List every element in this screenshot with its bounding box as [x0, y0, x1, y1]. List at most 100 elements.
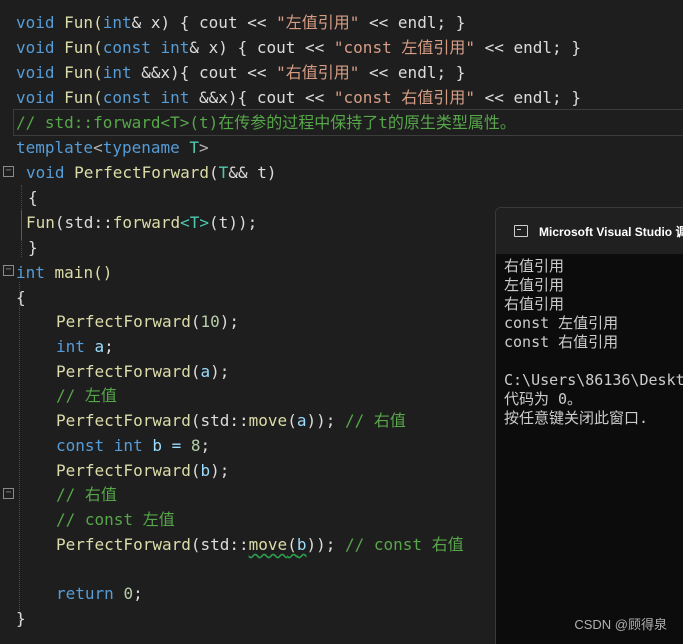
code-comment[interactable]: // const 左值: [56, 507, 175, 532]
code-text: (t));: [209, 213, 258, 232]
code-line[interactable]: void Fun(const int& x) { cout << "const …: [16, 35, 581, 60]
string-literal: "左值引用": [276, 13, 360, 32]
code-line[interactable]: int main(): [16, 260, 112, 285]
number-literal: 10: [200, 312, 220, 331]
code-line[interactable]: Fun(std::forward<T>(t));: [26, 210, 257, 235]
code-line[interactable]: const int b = 8;: [56, 433, 210, 458]
code-comment: // const 右值: [345, 535, 464, 554]
function-name: move: [248, 411, 288, 430]
type-name: <T>: [180, 213, 210, 232]
code-line[interactable]: void Fun(int& x) { cout << "左值引用" << end…: [16, 10, 465, 35]
code-comment: // 右值: [345, 411, 406, 430]
variable-name: b =: [142, 436, 191, 455]
keyword: template: [16, 138, 94, 157]
keyword: typename: [102, 138, 180, 157]
variable-name: a: [84, 337, 105, 356]
code-line[interactable]: template<typename T>: [16, 135, 209, 160]
code-line[interactable]: }: [28, 235, 38, 260]
code-line[interactable]: PerfectForward(10);: [56, 309, 239, 334]
console-line: C:\Users\86136\Deskt: [504, 371, 683, 389]
code-text: <: [93, 138, 103, 157]
code-text: (: [287, 411, 297, 430]
code-line[interactable]: void PerfectForward(T&& t): [26, 160, 276, 185]
code-text: >: [199, 138, 209, 157]
code-comment[interactable]: // 左值: [56, 383, 117, 408]
keyword: return: [56, 584, 114, 603]
type-name: T: [218, 163, 229, 182]
fold-toggle[interactable]: −: [3, 166, 14, 177]
function-name: Fun(: [54, 88, 103, 107]
keyword: const int: [56, 436, 143, 455]
code-text: ;: [200, 436, 211, 455]
keyword: const int: [102, 38, 190, 57]
console-line: const 左值引用: [504, 314, 619, 332]
keyword: void: [16, 38, 55, 57]
code-line[interactable]: PerfectForward(a);: [56, 359, 229, 384]
code-text: & x) { cout <<: [131, 13, 277, 32]
string-literal: "右值引用": [276, 63, 360, 82]
function-name: PerfectForward: [56, 362, 191, 381]
console-title-bar[interactable]: Microsoft Visual Studio 调: [496, 208, 683, 254]
code-text: (std::: [190, 535, 249, 554]
code-line[interactable]: return 0;: [56, 581, 143, 606]
variable-name: b: [200, 461, 211, 480]
terminal-icon: [514, 225, 528, 237]
indent-guide: [21, 210, 22, 240]
code-text: << endl; }: [359, 63, 466, 82]
function-name: PerfectForward: [64, 163, 210, 182]
function-name: main(): [44, 263, 113, 282]
watermark: CSDN @顾得泉: [574, 617, 667, 632]
code-text: << endl; }: [474, 38, 581, 57]
function-name: Fun(: [54, 13, 103, 32]
code-text: << endl; }: [474, 88, 581, 107]
function-name: PerfectForward: [56, 411, 191, 430]
code-line[interactable]: PerfectForward(b);: [56, 458, 229, 483]
keyword: void: [26, 163, 65, 182]
console-line: 左值引用: [504, 276, 565, 294]
current-line-comment[interactable]: // std::forward<T>(t)在传参的过程中保持了t的原生类型属性。: [13, 109, 683, 136]
code-text: );: [219, 312, 240, 331]
code-text: &&x){ cout <<: [189, 88, 334, 107]
function-name: Fun(: [54, 63, 103, 82]
keyword: void: [16, 63, 55, 82]
console-line: 按任意键关闭此窗口.: [504, 409, 649, 427]
code-line[interactable]: {: [28, 185, 38, 210]
fold-toggle[interactable]: −: [3, 488, 14, 499]
string-literal: "const 右值引用": [333, 88, 475, 107]
code-line[interactable]: {: [16, 285, 26, 310]
variable-name: a: [200, 362, 211, 381]
code-line[interactable]: }: [16, 606, 26, 631]
code-text: ;: [104, 337, 114, 356]
debug-console-window[interactable]: Microsoft Visual Studio 调 右值引用 左值引用 右值引用…: [495, 207, 683, 644]
console-line: 右值引用: [504, 257, 565, 275]
keyword: const int: [102, 88, 190, 107]
code-line[interactable]: void Fun(int &&x){ cout << "右值引用" << end…: [16, 60, 465, 85]
console-line: 代码为 0。: [504, 390, 583, 408]
function-name: PerfectForward: [56, 312, 191, 331]
code-text: &&x){ cout <<: [131, 63, 277, 82]
console-line: 右值引用: [504, 295, 565, 313]
number-literal: 0: [123, 584, 134, 603]
code-line[interactable]: PerfectForward(std::move(b)); // const 右…: [56, 532, 464, 557]
keyword: int: [56, 337, 85, 356]
fold-toggle[interactable]: −: [3, 265, 14, 276]
code-line[interactable]: PerfectForward(std::move(a)); // 右值: [56, 408, 406, 433]
code-text: );: [210, 362, 230, 381]
function-name: Fun: [26, 213, 55, 232]
function-name: Fun(: [54, 38, 103, 57]
type-name: T: [179, 138, 200, 157]
console-output: 右值引用 左值引用 右值引用 const 左值引用 const 右值引用 C:\…: [504, 257, 683, 428]
console-title: Microsoft Visual Studio 调: [539, 225, 683, 239]
function-name: forward: [112, 213, 181, 232]
code-line[interactable]: int a;: [56, 334, 114, 359]
code-text: (: [190, 362, 201, 381]
code-text: ;: [133, 584, 143, 603]
code-text: (: [190, 461, 201, 480]
console-line: const 右值引用: [504, 333, 619, 351]
code-comment[interactable]: // 右值: [56, 482, 117, 507]
code-line[interactable]: void Fun(const int &&x){ cout << "const …: [16, 85, 581, 110]
function-name: PerfectForward: [56, 461, 191, 480]
code-text: & x) { cout <<: [189, 38, 334, 57]
code-text: (: [190, 312, 201, 331]
code-text: (std::: [190, 411, 249, 430]
